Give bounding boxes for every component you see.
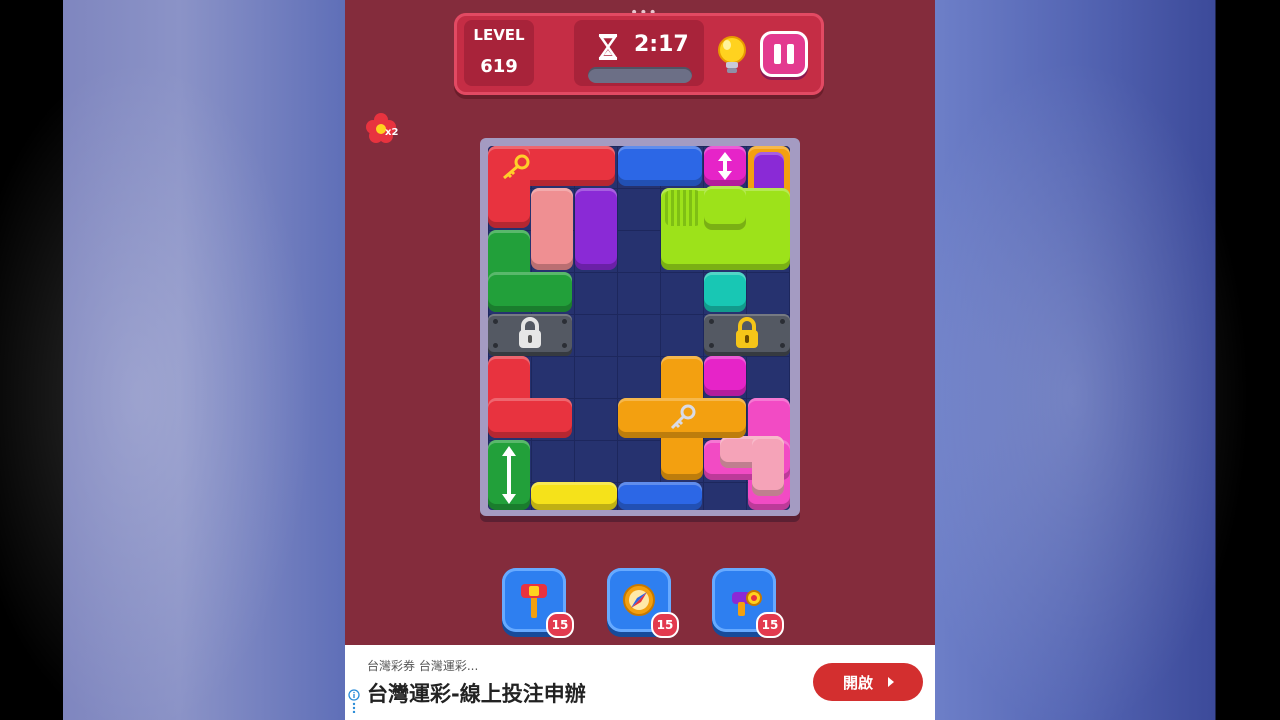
ad-open-button[interactable]: 開啟 (813, 663, 923, 701)
blue-block[interactable] (618, 146, 702, 186)
ad-banner[interactable]: 台灣彩券 台灣運彩... 台灣運彩-線上投注申辦 開啟 (345, 645, 935, 720)
pause-icon (774, 44, 781, 64)
red-l-block-lower-foot[interactable] (488, 398, 572, 438)
timer-progress-bar (588, 67, 692, 83)
hourglass-icon (598, 34, 618, 60)
ad-open-label: 開啟 (843, 674, 874, 692)
flower-multiplier: x2 (385, 127, 399, 138)
light-pink-l-block-stem[interactable] (752, 436, 784, 496)
teal-block[interactable] (704, 272, 746, 312)
vertical-arrow-icon-green (502, 446, 516, 504)
blaster-icon (732, 590, 762, 616)
key-icon (503, 154, 530, 180)
blue-bottom-block[interactable] (618, 482, 702, 510)
silver-key-icon (670, 404, 696, 430)
green-l-block-foot[interactable] (488, 272, 572, 312)
pause-icon-bar (787, 44, 794, 64)
board-grid (488, 146, 790, 510)
game-screen: ••• LEVEL 619 2:17 (345, 0, 935, 645)
ad-source: 台灣彩券 台灣運彩... (367, 659, 479, 673)
compass-button[interactable]: 15 (607, 568, 679, 638)
gold-padlock-icon (736, 317, 758, 348)
ad-headline[interactable]: 台灣運彩-線上投注申辦 (367, 678, 586, 708)
compass-count: 15 (651, 612, 679, 638)
play-arrow-icon (888, 677, 894, 687)
level-number: 619 (480, 56, 518, 77)
left-backdrop (0, 0, 345, 720)
powerup-toolbar: 15 15 15 (345, 568, 935, 640)
vertical-arrow-icon (718, 152, 732, 180)
hammer-icon (521, 584, 547, 618)
level-label: LEVEL (473, 26, 525, 44)
pause-button[interactable] (760, 31, 808, 77)
timer-panel: 2:17 (574, 20, 704, 86)
yellow-block[interactable] (531, 482, 617, 510)
timer-value: 2:17 (634, 32, 689, 57)
lime-block-top[interactable] (704, 186, 746, 230)
purple-block[interactable] (575, 188, 617, 270)
blaster-count: 15 (756, 612, 784, 638)
blaster-button[interactable]: 15 (712, 568, 784, 638)
puzzle-board (480, 138, 800, 516)
lime-grid-patch (665, 190, 701, 226)
magenta-small-block[interactable] (704, 356, 746, 396)
hud-panel: LEVEL 619 2:17 (454, 13, 824, 95)
info-icon[interactable] (348, 689, 360, 713)
pink-block[interactable] (531, 188, 573, 270)
padlock-icon (519, 317, 541, 348)
compass-icon (623, 584, 655, 616)
hammer-count: 15 (546, 612, 574, 638)
hammer-button[interactable]: 15 (502, 568, 574, 638)
level-panel: LEVEL 619 (464, 20, 534, 86)
right-backdrop (935, 0, 1280, 720)
lightbulb-icon[interactable] (716, 35, 748, 77)
